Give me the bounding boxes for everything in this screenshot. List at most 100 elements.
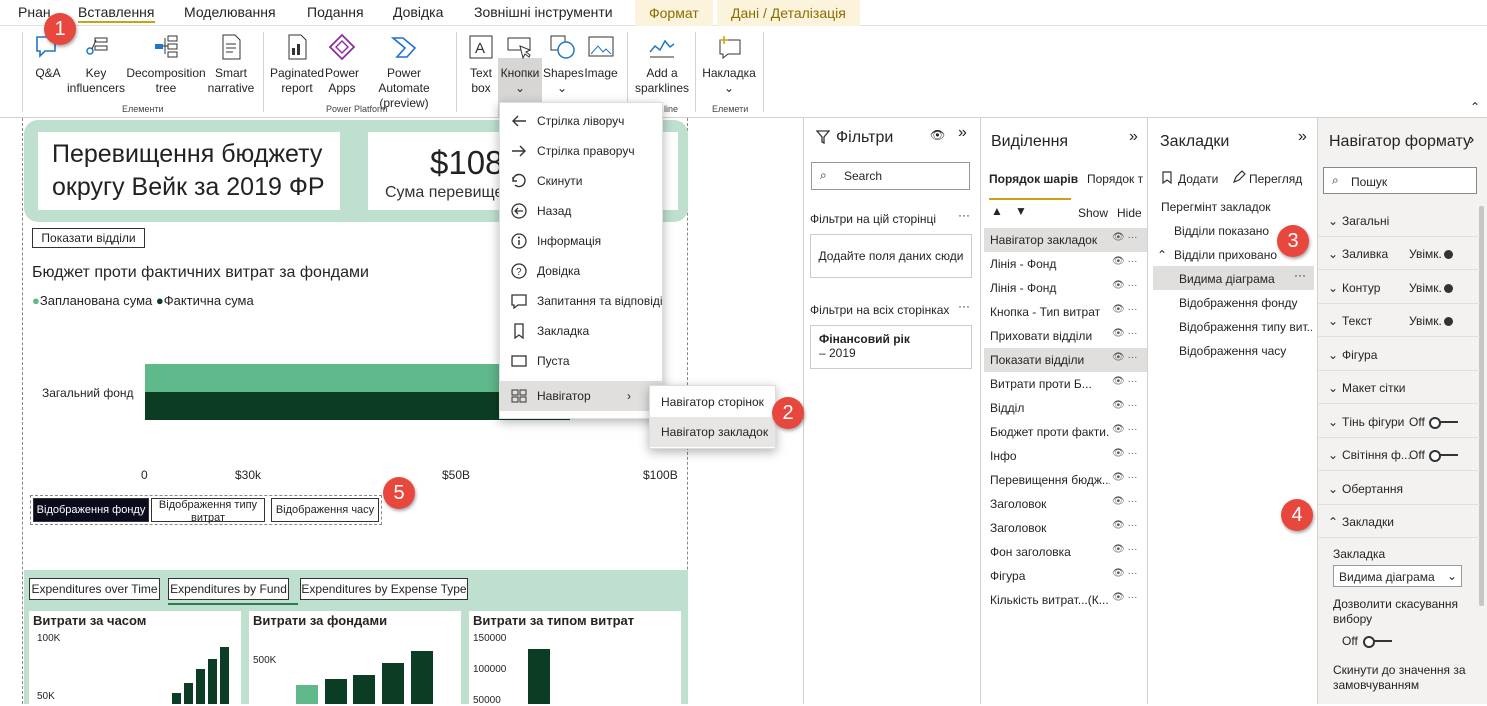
format-section[interactable]: ⌄ Текст Увімк. xyxy=(1318,304,1480,337)
more-icon[interactable]: ··· xyxy=(1294,268,1306,282)
tab-external-tools[interactable]: Зовнішні інструменти xyxy=(474,4,613,20)
menu-item-qa[interactable]: Запитання та відповіді xyxy=(500,286,663,316)
view-bookmark-button[interactable]: Перегляд xyxy=(1249,172,1302,186)
visibility-icon[interactable]: 👁 ··· xyxy=(1112,280,1137,291)
layer-item[interactable]: Заголовок 👁 ··· xyxy=(984,516,1147,540)
format-section[interactable]: ⌄ Макет сітки xyxy=(1318,371,1480,404)
bookmark-item[interactable]: Відображення часу xyxy=(1179,344,1286,358)
power-automate-button[interactable]: Power Automate (preview) xyxy=(360,30,448,111)
tab-expenditures-time[interactable]: Expenditures over Time xyxy=(29,578,160,600)
layer-item[interactable]: Витрати проти Б... 👁 ··· xyxy=(984,372,1147,396)
visibility-icon[interactable]: 👁 ··· xyxy=(1112,568,1137,579)
chevron-right-icon[interactable]: › xyxy=(1469,131,1474,149)
layer-item[interactable]: Приховати відділи 👁 ··· xyxy=(984,324,1147,348)
filters-search-input[interactable]: ⌕ Search xyxy=(811,162,970,190)
show-all-button[interactable]: Show xyxy=(1078,206,1108,220)
show-departments-button[interactable]: Показати відділи xyxy=(32,228,145,248)
bookmark-group[interactable]: Перегмінт закладок xyxy=(1161,200,1271,214)
collapse-filters-icon[interactable]: » xyxy=(958,124,967,142)
format-section[interactable]: ⌄ Заливка Увімк. xyxy=(1318,237,1480,270)
menu-item-bookmark[interactable]: Закладка xyxy=(500,316,662,346)
bookmark-select[interactable]: Видима діаграма ⌄ xyxy=(1333,565,1462,587)
menu-item-info[interactable]: Інформація xyxy=(500,226,662,256)
visibility-icon[interactable]: 👁 ··· xyxy=(1112,496,1137,507)
layer-item[interactable]: Фігура 👁 ··· xyxy=(984,564,1147,588)
collapse-bookmarks-icon[interactable]: » xyxy=(1298,128,1307,146)
tab-format[interactable]: Формат xyxy=(635,0,713,26)
more-icon[interactable]: ··· xyxy=(958,299,970,313)
format-section[interactable]: ⌄ Фігура xyxy=(1318,338,1480,371)
smart-narrative-button[interactable]: Smart narrative xyxy=(206,30,256,96)
bookmark-item[interactable]: Відображення типу вит... xyxy=(1179,320,1312,334)
layer-item[interactable]: Бюджет проти факти... 👁 ··· xyxy=(984,420,1147,444)
menu-item-help[interactable]: ? Довідка xyxy=(500,256,662,286)
tab-layer-order[interactable]: Порядок шарів xyxy=(989,172,1078,186)
decomposition-tree-button[interactable]: Decomposition tree xyxy=(126,30,206,96)
visibility-icon[interactable]: 👁 ··· xyxy=(1112,472,1137,483)
text-box-button[interactable]: A Text box xyxy=(464,30,498,96)
format-section[interactable]: ⌄ Світіння ф... Off xyxy=(1318,438,1480,471)
tab-insert[interactable]: Вставлення xyxy=(78,4,155,23)
bookmark-item[interactable]: Відділи показано xyxy=(1174,224,1269,238)
image-button[interactable]: Image xyxy=(583,30,619,81)
visibility-icon[interactable]: 👁 ··· xyxy=(1112,544,1137,555)
layer-item[interactable]: Лінія - Фонд 👁 ··· xyxy=(984,252,1147,276)
visibility-icon[interactable]: 👁 ··· xyxy=(1112,592,1137,603)
layer-item[interactable]: Відділ 👁 ··· xyxy=(984,396,1147,420)
visibility-icon[interactable]: 👁 ··· xyxy=(1112,376,1137,387)
power-apps-button[interactable]: Power Apps xyxy=(324,30,360,96)
layer-item[interactable]: Лінія - Фонд 👁 ··· xyxy=(984,276,1147,300)
overlay-dropdown[interactable]: Накладка ⌄ xyxy=(702,30,756,96)
hide-all-button[interactable]: Hide xyxy=(1117,206,1142,220)
visibility-icon[interactable]: 👁 ··· xyxy=(1112,520,1137,531)
visibility-icon[interactable]: 👁 ··· xyxy=(1112,400,1137,411)
layer-item[interactable]: Показати відділи 👁 ··· xyxy=(984,348,1147,372)
sparklines-button[interactable]: Add a sparklines xyxy=(634,30,690,96)
layer-item[interactable]: Навігатор закладок 👁 ··· xyxy=(984,228,1147,252)
tab-help[interactable]: Довідка xyxy=(393,4,443,20)
tab-expenditures-fund[interactable]: Expenditures by Fund xyxy=(168,578,289,600)
visibility-icon[interactable]: 👁 ··· xyxy=(1112,328,1137,339)
visibility-icon[interactable]: 👁 ··· xyxy=(1112,304,1137,315)
key-influencers-button[interactable]: Key influencers xyxy=(66,30,126,96)
buttons-dropdown[interactable]: Кнопки ⌄ xyxy=(499,30,541,96)
format-section[interactable]: ⌄ Контур Увімк. xyxy=(1318,271,1480,304)
layer-item[interactable]: Кількість витрат...(К... 👁 ··· xyxy=(984,588,1147,612)
filter-card-year[interactable]: Фінансовий рік – 2019 xyxy=(810,325,972,369)
page-navigator-item[interactable]: Навігатор сторінок xyxy=(650,387,775,417)
more-icon[interactable]: ··· xyxy=(958,208,970,222)
menu-item-back[interactable]: Назад xyxy=(500,196,662,226)
layer-item[interactable]: Перевищення бюдж... 👁 ··· xyxy=(984,468,1147,492)
eye-icon[interactable]: 👁 xyxy=(930,128,945,142)
visibility-icon[interactable]: 👁 ··· xyxy=(1112,232,1137,243)
menu-item-left-arrow[interactable]: Стрілка ліворуч xyxy=(500,106,662,136)
format-section[interactable]: ⌄ Тінь фігури Off xyxy=(1318,405,1480,438)
filters-drop-zone[interactable]: Додайте поля даних сюди xyxy=(810,234,972,278)
add-bookmark-button[interactable]: Додати xyxy=(1178,172,1218,186)
collapse-ribbon-icon[interactable]: ⌃ xyxy=(1470,100,1480,114)
tab-expenditures-expense-type[interactable]: Expenditures by Expense Type xyxy=(300,578,468,600)
format-search-input[interactable]: ⌕ Пошук xyxy=(1323,167,1477,194)
visibility-icon[interactable]: 👁 ··· xyxy=(1112,256,1137,267)
menu-item-right-arrow[interactable]: Стрілка праворуч xyxy=(500,136,662,166)
bookmark-navigator-item[interactable]: Навігатор закладок xyxy=(650,417,775,447)
layer-item[interactable]: Кнопка - Тип витрат 👁 ··· xyxy=(984,300,1147,324)
visibility-icon[interactable]: 👁 ··· xyxy=(1112,352,1137,363)
bookmark-group[interactable]: Відділи приховано xyxy=(1174,248,1277,262)
bookmark-item[interactable]: Відображення фонду xyxy=(1179,296,1298,310)
tab-data-drill[interactable]: Дані / Деталізація xyxy=(717,0,860,26)
nav-fund-view-button[interactable]: Відображення фонду xyxy=(33,498,149,522)
visibility-icon[interactable]: 👁 ··· xyxy=(1112,424,1137,435)
allow-deselect-toggle[interactable] xyxy=(1363,636,1392,648)
move-down-icon[interactable]: ▼ xyxy=(1015,204,1027,218)
menu-item-navigator[interactable]: Навігатор › xyxy=(500,381,662,411)
bookmark-item[interactable]: Видима діаграма xyxy=(1179,272,1275,286)
tab-view[interactable]: Подання xyxy=(307,4,364,20)
tab-tab-order[interactable]: Порядок т xyxy=(1087,172,1143,186)
menu-item-blank[interactable]: Пуста xyxy=(500,346,662,376)
nav-time-view-button[interactable]: Відображення часу xyxy=(271,498,379,522)
visibility-icon[interactable]: 👁 ··· xyxy=(1112,448,1137,459)
collapse-selection-icon[interactable]: » xyxy=(1129,128,1138,146)
format-section[interactable]: ⌄ Загальні xyxy=(1318,204,1480,237)
layer-item[interactable]: Інфо 👁 ··· xyxy=(984,444,1147,468)
